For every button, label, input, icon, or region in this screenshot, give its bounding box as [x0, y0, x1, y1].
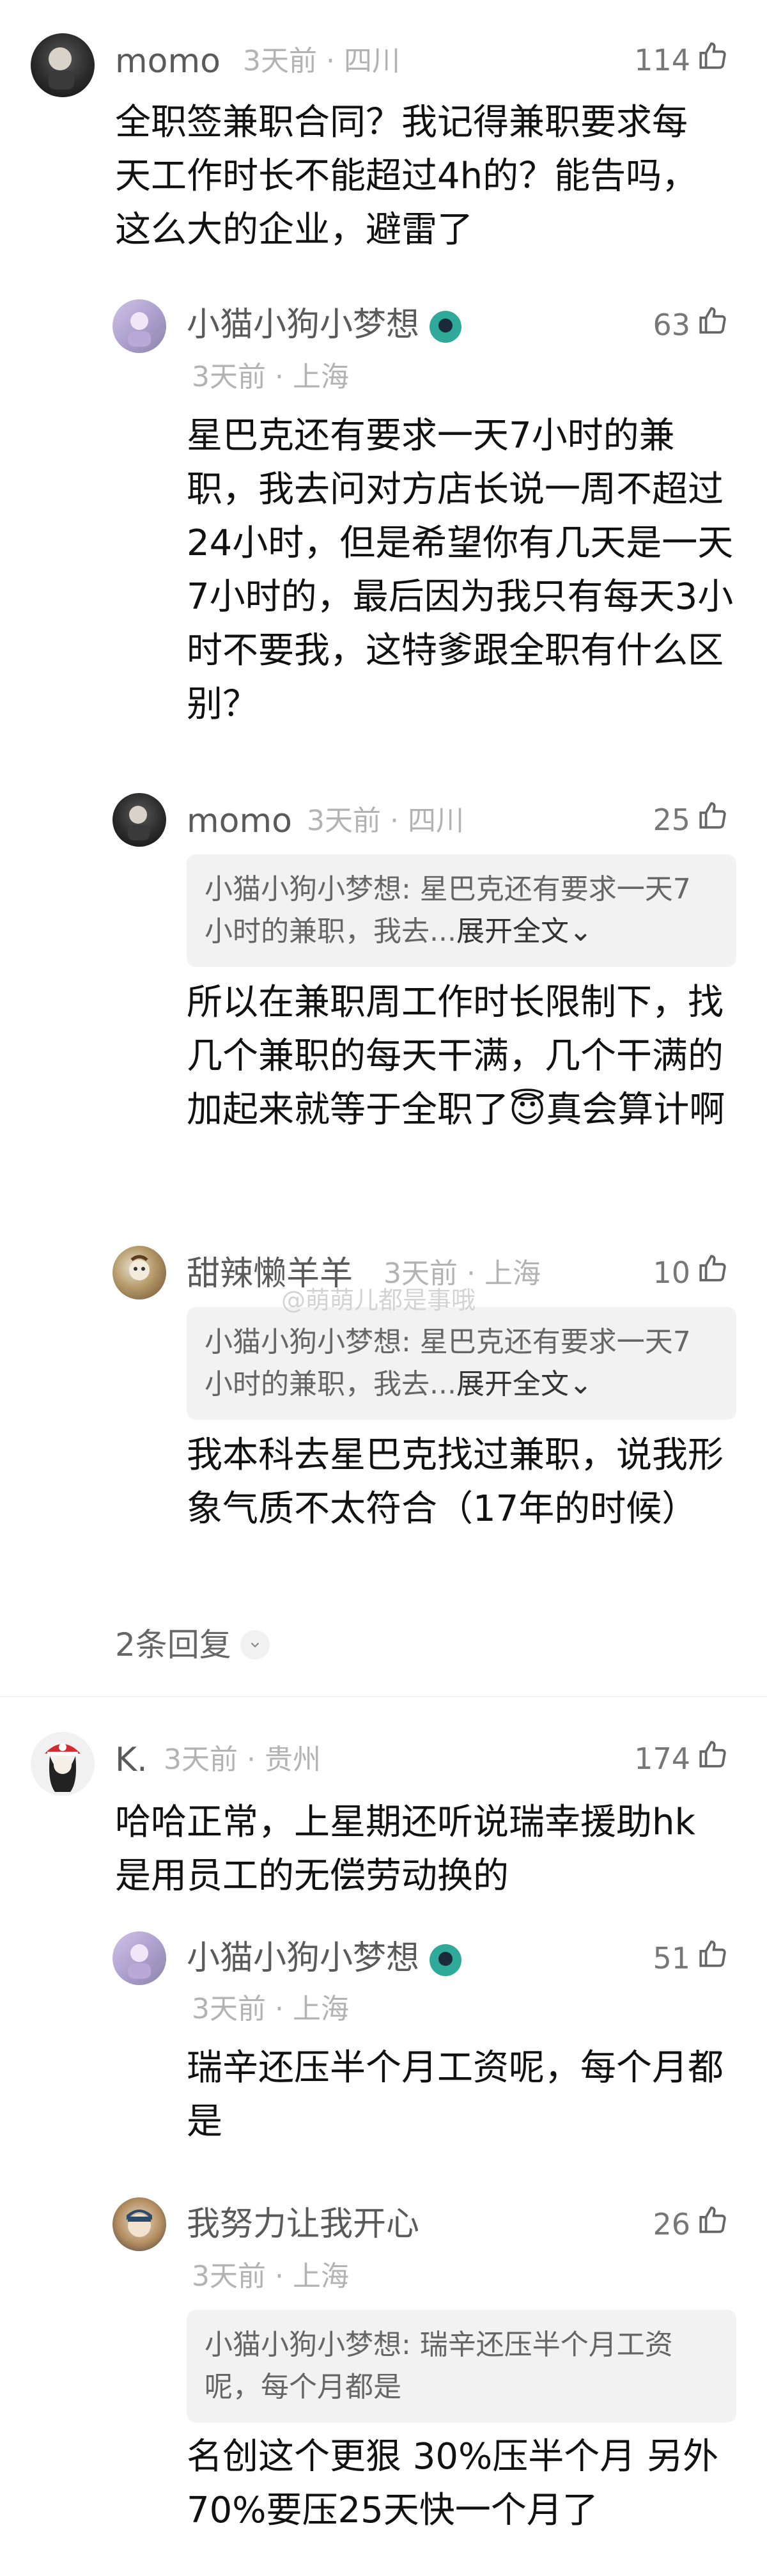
comment-text: 全职签兼职合同？我记得兼职要求每天工作时长不能超过4h的？能告吗，这么大的企业，…	[115, 102, 698, 251]
thumbs-up-icon	[697, 2204, 729, 2245]
location: 上海	[292, 2260, 349, 2293]
quoted-reply[interactable]: 小猫小狗小梦想: 星巴克还有要求一天7小时的兼职，我去...展开全文⌄	[187, 1307, 736, 1420]
comment-meta: 3天前 · 贵州	[164, 1743, 321, 1776]
like-count: 114	[634, 43, 690, 77]
timestamp: 3天前	[192, 361, 266, 393]
like-count: 25	[653, 803, 690, 837]
quote-text: 小猫小狗小梦想: 瑞辛还压半个月工资呢，每个月都是	[205, 2329, 673, 2403]
chevron-down-icon: ⌄	[568, 915, 593, 948]
expand-full-text-link[interactable]: 展开全文⌄	[456, 915, 593, 948]
location: 上海	[292, 361, 349, 393]
avatar[interactable]	[112, 299, 166, 353]
avatar[interactable]	[112, 2197, 166, 2251]
location: 四川	[407, 805, 464, 837]
quote-text: 小猫小狗小梦想: 星巴克还有要求一天7小时的兼职，我去...	[205, 1326, 691, 1401]
comment-text: 我本科去星巴克找过兼职，说我形象气质不太符合（17年的时候）	[187, 1434, 724, 1530]
avatar[interactable]	[112, 793, 166, 847]
thumbs-up-icon	[697, 799, 729, 840]
like-button[interactable]: 174	[634, 1738, 729, 1779]
thumbs-up-icon	[697, 304, 729, 345]
location: 上海	[484, 1257, 541, 1290]
comment-text: 哈哈正常，上星期还听说瑞幸援助hk是用员工的无偿劳动换的	[115, 1802, 695, 1897]
expand-full-text-link[interactable]: 展开全文⌄	[456, 1368, 593, 1401]
quote-text: 小猫小狗小梦想: 星巴克还有要求一天7小时的兼职，我去...	[205, 873, 691, 948]
like-count: 10	[653, 1255, 690, 1290]
timestamp: 3天前	[307, 805, 381, 837]
location: 上海	[292, 1993, 349, 2025]
avatar[interactable]	[31, 1732, 95, 1796]
location: 贵州	[264, 1743, 321, 1776]
username[interactable]: 我努力让我开心	[187, 2204, 419, 2245]
username[interactable]: 小猫小狗小梦想	[187, 304, 462, 345]
quoted-reply[interactable]: 小猫小狗小梦想: 瑞辛还压半个月工资呢，每个月都是	[187, 2310, 736, 2423]
comment-text: 瑞辛还压半个月工资呢，每个月都是	[187, 2047, 724, 2142]
member-badge-icon	[430, 1944, 462, 1976]
avatar[interactable]	[112, 1931, 166, 1985]
timestamp: 3天前	[164, 1743, 238, 1776]
like-count: 26	[653, 2207, 690, 2242]
comment-meta: 3天前 · 四川	[307, 805, 464, 837]
thumbs-up-icon	[697, 1938, 729, 1979]
like-count: 51	[653, 1941, 690, 1975]
comment-meta: 3天前 · 上海	[192, 361, 349, 393]
like-button[interactable]: 114	[634, 40, 729, 81]
avatar[interactable]	[31, 33, 95, 97]
location: 四川	[343, 45, 400, 77]
comment-text: 名创这个更狠 30%压半个月 另外70%要压25天快一个月了	[187, 2436, 719, 2531]
like-button[interactable]: 25	[653, 799, 729, 840]
comment-meta: 3天前 · 上海	[192, 1993, 349, 2025]
more-replies-button[interactable]: 2条回复	[115, 1624, 270, 1665]
timestamp: 3天前	[192, 1993, 266, 2025]
timestamp: 3天前	[243, 45, 317, 77]
quoted-reply[interactable]: 小猫小狗小梦想: 星巴克还有要求一天7小时的兼职，我去...展开全文⌄	[187, 854, 736, 967]
thumbs-up-icon	[697, 40, 729, 81]
username[interactable]: K.	[115, 1740, 148, 1780]
thumbs-up-icon	[697, 1252, 729, 1293]
like-count: 63	[653, 308, 690, 342]
comment-text: 星巴克还有要求一天7小时的兼职，我去问对方店长说一周不超过24小时，但是希望你有…	[187, 415, 734, 725]
like-button[interactable]: 10	[653, 1252, 729, 1293]
chevron-down-icon: ⌄	[568, 1368, 593, 1401]
comment-meta: 3天前 · 上海	[192, 2260, 349, 2293]
comment-meta: 3天前 · 四川	[243, 45, 400, 77]
timestamp: 3天前	[192, 2260, 266, 2293]
like-button[interactable]: 26	[653, 2204, 729, 2245]
username[interactable]: momo	[187, 801, 292, 842]
like-button[interactable]: 63	[653, 304, 729, 345]
like-count: 174	[634, 1741, 690, 1776]
comment-text: 所以在兼职周工作时长限制下，找几个兼职的每天干满，几个干满的加起来就等于全职了😇…	[187, 982, 725, 1131]
thumbs-up-icon	[697, 1738, 729, 1779]
member-badge-icon	[430, 311, 462, 343]
like-button[interactable]: 51	[653, 1938, 729, 1979]
watermark: @萌萌儿都是事哦	[281, 1286, 476, 1314]
divider	[0, 1696, 767, 1697]
chevron-down-icon	[240, 1630, 270, 1660]
avatar[interactable]	[112, 1246, 166, 1300]
username[interactable]: momo	[115, 41, 221, 82]
username[interactable]: 小猫小狗小梦想	[187, 1938, 462, 1979]
